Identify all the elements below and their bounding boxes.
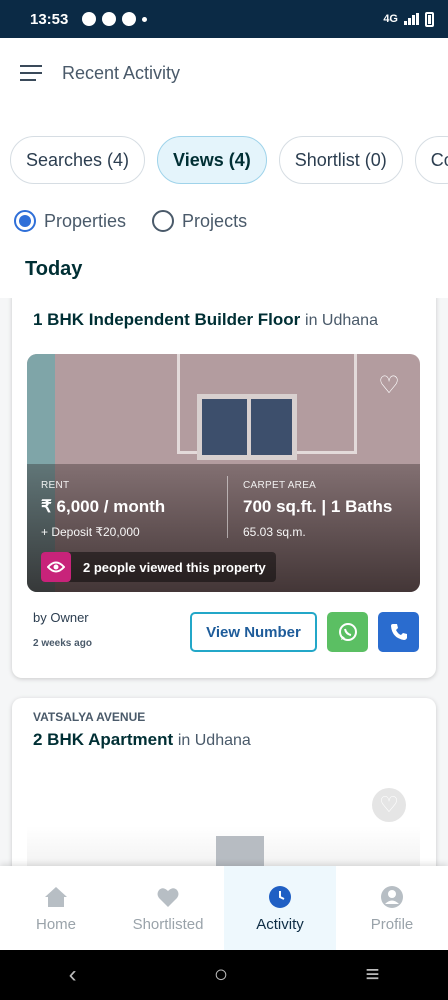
- heart-icon: [156, 884, 180, 910]
- area-label: CARPET AREA: [243, 480, 317, 491]
- shortlist-heart-icon[interactable]: ♡: [372, 788, 406, 822]
- property-photo[interactable]: ♡ RENT ₹ 6,000 / month + Deposit ₹20,000…: [27, 354, 420, 592]
- back-icon[interactable]: ‹: [69, 961, 77, 989]
- signal-icon: [404, 13, 419, 25]
- rent-value: ₹ 6,000 / month: [41, 497, 166, 516]
- status-bar: 13:53 4G: [0, 0, 448, 38]
- project-name: VATSALYA AVENUE: [33, 710, 146, 724]
- radio-properties[interactable]: Properties: [14, 210, 126, 232]
- project-title: 2 BHK Apartment: [33, 730, 174, 749]
- nav-home[interactable]: Home: [0, 866, 112, 950]
- rent-label: RENT: [41, 480, 70, 491]
- project-location: in Udhana: [177, 732, 251, 749]
- radio-properties-label: Properties: [44, 210, 127, 231]
- bottom-navigation: Home Shortlisted Activity Profile olx: [0, 866, 448, 969]
- radio-unselected-icon: [152, 210, 175, 232]
- clock-icon: [268, 884, 292, 910]
- location-icon: [122, 12, 137, 26]
- activity-tabs: Searches (4) Views (4) Shortlist (0) Co: [10, 136, 448, 184]
- system-navigation: ‹ ○ ≡: [0, 950, 448, 1000]
- system-indicators: 4G: [383, 11, 434, 27]
- menu-icon[interactable]: [20, 65, 42, 81]
- property-title: 1 BHK Independent Builder Floor: [33, 310, 301, 329]
- project-card[interactable]: VATSALYA AVENUE 2 BHK Apartment in Udhan…: [12, 698, 436, 866]
- app-header: Recent Activity: [0, 38, 448, 108]
- posted-time: 2 weeks ago: [33, 638, 92, 649]
- radio-projects-label: Projects: [182, 210, 248, 231]
- project-photo-placeholder[interactable]: [27, 826, 420, 866]
- area-sqm: 65.03 sq.m.: [243, 525, 306, 539]
- deposit-value: + Deposit ₹20,000: [41, 525, 140, 539]
- area-block: CARPET AREA 700 sq.ft. | 1 Baths 65.03 s…: [243, 480, 392, 539]
- posted-by: by Owner: [33, 610, 89, 625]
- nav-activity-label: Activity: [256, 915, 304, 933]
- radio-selected-icon: [14, 210, 36, 232]
- home-icon: [44, 884, 68, 910]
- more-notifications-icon: [142, 16, 148, 22]
- radio-projects[interactable]: Projects: [152, 210, 247, 232]
- tab-shortlist[interactable]: Shortlist (0): [278, 136, 403, 184]
- project-title-line: 2 BHK Apartment in Udhana: [33, 730, 251, 750]
- user-icon: [380, 884, 404, 910]
- tab-searches[interactable]: Searches (4): [10, 136, 146, 184]
- listing-feed[interactable]: 1 BHK Independent Builder Floor in Udhan…: [0, 298, 448, 866]
- stat-divider: [227, 476, 228, 538]
- battery-icon: [425, 11, 434, 27]
- views-text: 2 people viewed this property: [83, 559, 266, 575]
- building-icon: [216, 836, 264, 866]
- facebook-icon: [82, 12, 97, 26]
- views-badge: 2 people viewed this property: [41, 552, 276, 582]
- view-number-button[interactable]: View Number: [190, 612, 317, 652]
- property-location: in Udhana: [305, 312, 378, 329]
- status-time: 13:53: [30, 10, 69, 28]
- call-button[interactable]: [378, 612, 419, 652]
- whatsapp-icon: [338, 623, 357, 641]
- phone-icon: [390, 624, 407, 640]
- rent-block: RENT ₹ 6,000 / month + Deposit ₹20,000: [41, 480, 165, 539]
- property-title-line: 1 BHK Independent Builder Floor in Udhan…: [33, 310, 378, 330]
- nav-home-label: Home: [35, 915, 76, 933]
- whatsapp-button[interactable]: [327, 612, 368, 652]
- area-value: 700 sq.ft. | 1 Baths: [243, 497, 393, 516]
- page-title: Recent Activity: [62, 62, 181, 83]
- recents-icon[interactable]: ≡: [365, 961, 379, 989]
- shortlist-heart-icon[interactable]: ♡: [372, 368, 406, 402]
- tab-contacted[interactable]: Co: [414, 136, 448, 184]
- notification-icons: [82, 12, 148, 26]
- eye-icon: [41, 552, 71, 582]
- listing-type-filter: Properties Projects: [14, 210, 273, 232]
- nav-shortlisted-label: Shortlisted: [132, 915, 204, 933]
- nav-activity[interactable]: Activity: [224, 866, 336, 950]
- tab-views[interactable]: Views (4): [157, 136, 267, 184]
- property-card[interactable]: 1 BHK Independent Builder Floor in Udhan…: [12, 298, 436, 678]
- network-label: 4G: [383, 13, 398, 25]
- home-circle-icon[interactable]: ○: [214, 961, 229, 989]
- app-icon: [102, 12, 117, 26]
- nav-shortlisted[interactable]: Shortlisted: [112, 866, 224, 950]
- section-heading: Today: [25, 258, 83, 280]
